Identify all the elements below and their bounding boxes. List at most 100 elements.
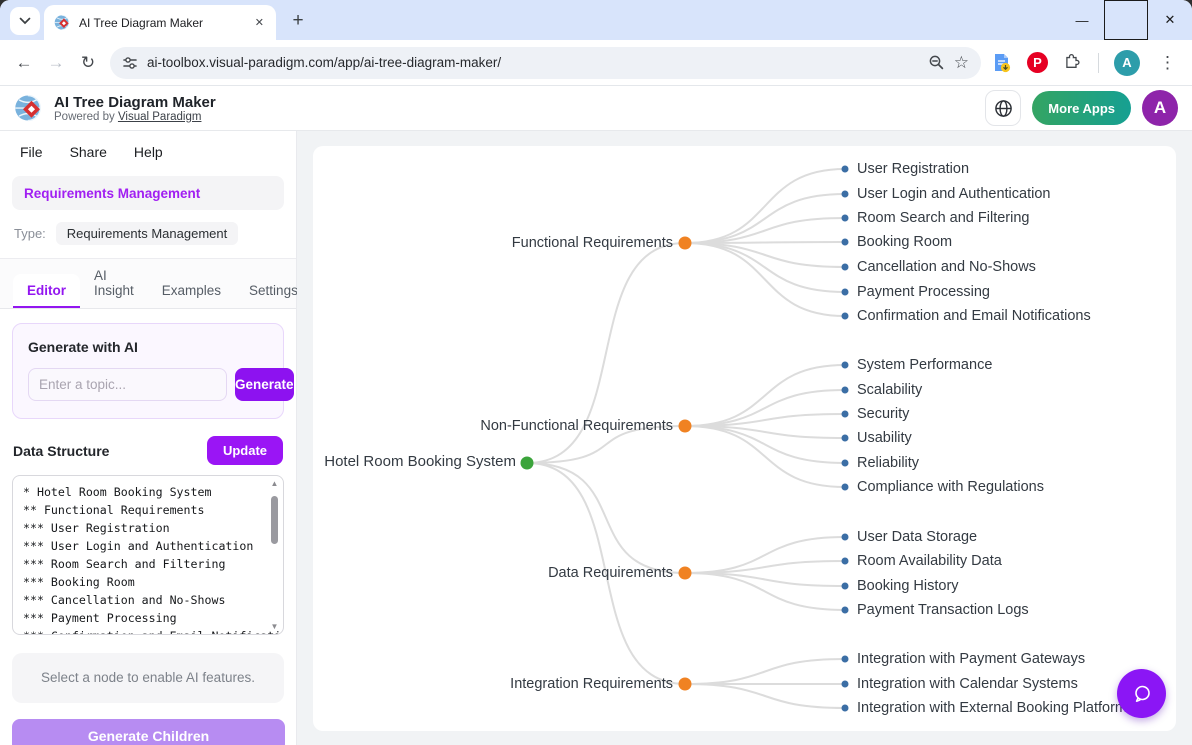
leaf-node-label[interactable]: Room Search and Filtering [857,208,1029,228]
branch-node-label[interactable]: Non-Functional Requirements [480,416,673,436]
leaf-node-label[interactable]: Room Availability Data [857,551,1002,571]
window-controls: — ✕ [1060,0,1192,40]
scroll-down-icon[interactable]: ▼ [268,622,281,631]
textarea-scrollbar[interactable]: ▲ ▼ [268,478,281,632]
tab-search-button[interactable] [10,7,40,35]
browser-profile-avatar[interactable]: A [1114,50,1140,76]
address-bar[interactable]: ai-toolbox.visual-paradigm.com/app/ai-tr… [110,47,981,79]
leaf-node-label[interactable]: Compliance with Regulations [857,477,1044,497]
document-title-box[interactable]: Requirements Management [12,176,284,210]
chat-fab-button[interactable] [1117,669,1166,718]
pinterest-extension-icon[interactable]: P [1027,52,1048,73]
data-structure-textarea[interactable]: * Hotel Room Booking System** Functional… [12,475,284,635]
code-line: *** Room Search and Filtering [23,555,261,573]
new-tab-button[interactable]: + [284,7,312,35]
ai-hint-box: Select a node to enable AI features. [12,653,284,703]
tab-examples[interactable]: Examples [148,274,235,308]
leaf-node-label[interactable]: User Login and Authentication [857,184,1050,204]
site-settings-icon[interactable] [122,55,138,71]
leaf-node-label[interactable]: Booking History [857,576,959,596]
document-download-extension-icon[interactable] [991,52,1012,73]
chevron-down-icon [19,17,31,25]
code-line: *** User Login and Authentication [23,537,261,555]
bookmark-star-icon[interactable]: ☆ [954,53,969,73]
tab-close-icon[interactable]: ✕ [251,14,268,31]
menu-help[interactable]: Help [134,144,163,160]
update-button[interactable]: Update [207,436,283,465]
data-structure-title: Data Structure [13,443,109,459]
leaf-node-label[interactable]: Payment Processing [857,282,990,302]
visual-paradigm-favicon [54,14,71,31]
more-apps-button[interactable]: More Apps [1032,91,1131,125]
code-line: *** Confirmation and Email Notifications [23,627,261,635]
tab-title: AI Tree Diagram Maker [79,16,243,30]
topic-input[interactable] [28,368,227,401]
extension-area: P A ⋮ [991,50,1180,76]
visual-paradigm-logo [14,93,44,123]
leaf-node-label[interactable]: Integration with Calendar Systems [857,674,1078,694]
leaf-node-label[interactable]: Security [857,404,909,424]
sidebar-tabs: EditorAI InsightExamplesSettings [0,259,296,309]
code-line: *** User Registration [23,519,261,537]
leaf-node-label[interactable]: Cancellation and No-Shows [857,257,1036,277]
back-button[interactable]: ← [8,47,40,79]
main-area: Hotel Room Booking System Functional Requ… [297,131,1192,745]
extensions-puzzle-icon[interactable] [1063,53,1083,73]
browser-tab[interactable]: AI Tree Diagram Maker ✕ [44,5,276,40]
header-right: More Apps A [985,90,1178,126]
maximize-icon [1104,0,1148,40]
user-avatar[interactable]: A [1142,90,1178,126]
leaf-node-label[interactable]: Confirmation and Email Notifications [857,306,1091,326]
type-row: Type: Requirements Management [14,222,282,245]
scrollbar-thumb[interactable] [271,496,278,544]
code-line: *** Cancellation and No-Shows [23,591,261,609]
tab-ai-insight[interactable]: AI Insight [80,259,148,308]
leaf-node-label[interactable]: Integration with External Booking Platfo… [857,698,1134,718]
url-text[interactable]: ai-toolbox.visual-paradigm.com/app/ai-tr… [147,55,919,70]
leaf-node-label[interactable]: User Data Storage [857,527,977,547]
zoom-icon[interactable] [928,54,945,71]
maximize-button[interactable] [1104,0,1148,40]
branch-node-label[interactable]: Integration Requirements [510,674,673,694]
root-node-label[interactable]: Hotel Room Booking System [324,452,516,472]
tab-editor[interactable]: Editor [13,274,80,308]
leaf-node-label[interactable]: Scalability [857,380,922,400]
scroll-up-icon[interactable]: ▲ [268,479,281,488]
app-body: File Share Help Requirements Management Ty… [0,131,1192,745]
visual-paradigm-link[interactable]: Visual Paradigm [118,111,202,123]
leaf-node-label[interactable]: Payment Transaction Logs [857,600,1029,620]
menu-bar: File Share Help [0,131,296,169]
leaf-node-label[interactable]: System Performance [857,355,992,375]
generate-ai-title: Generate with AI [28,339,268,355]
browser-window: AI Tree Diagram Maker ✕ + — ✕ ← → ↻ ai-t… [0,0,1192,745]
generate-button[interactable]: Generate [235,368,294,401]
language-globe-button[interactable] [985,90,1021,126]
branch-node-label[interactable]: Functional Requirements [512,233,673,253]
reload-button[interactable]: ↻ [72,47,104,79]
generate-ai-panel: Generate with AI Generate [12,323,284,419]
document-title: Requirements Management [24,186,200,201]
leaf-node-label[interactable]: Integration with Payment Gateways [857,649,1085,669]
generate-children-button[interactable]: Generate Children [12,719,285,745]
leaf-node-label[interactable]: Booking Room [857,232,952,252]
menu-file[interactable]: File [20,144,43,160]
branch-node-label[interactable]: Data Requirements [548,563,673,583]
sidebar: File Share Help Requirements Management Ty… [0,131,297,745]
leaf-node-label[interactable]: User Registration [857,159,969,179]
code-line: *** Payment Processing [23,609,261,627]
powered-by: Powered by Visual Paradigm [54,111,216,123]
code-line: * Hotel Room Booking System [23,483,261,501]
data-structure-lines: * Hotel Room Booking System** Functional… [23,483,261,635]
browser-titlebar: AI Tree Diagram Maker ✕ + — ✕ [0,0,1192,40]
globe-icon [994,99,1013,118]
forward-button[interactable]: → [40,47,72,79]
leaf-node-label[interactable]: Usability [857,428,912,448]
type-value: Requirements Management [56,222,238,245]
browser-menu-icon[interactable]: ⋮ [1155,53,1180,73]
diagram-canvas[interactable]: Hotel Room Booking System Functional Requ… [313,146,1176,731]
leaf-node-label[interactable]: Reliability [857,453,919,473]
minimize-button[interactable]: — [1060,0,1104,40]
menu-share[interactable]: Share [70,144,107,160]
code-line: *** Booking Room [23,573,261,591]
close-button[interactable]: ✕ [1148,0,1192,40]
